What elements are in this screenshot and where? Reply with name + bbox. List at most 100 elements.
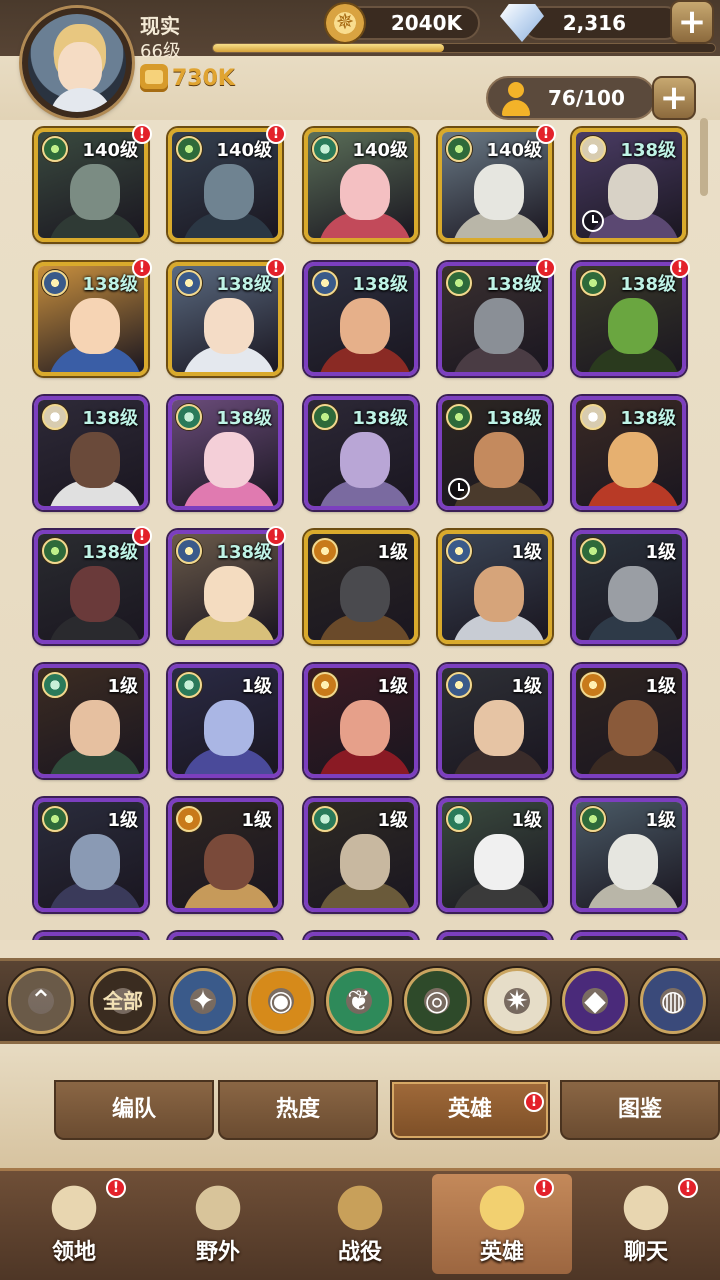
hero-portrait — [172, 936, 278, 940]
hero-portrait — [38, 936, 144, 940]
hero-card[interactable]: 1级 — [304, 530, 418, 644]
add-gems-button[interactable]: + — [670, 0, 714, 44]
hero-grid: 140级! 140级! 140级 140级! 138级 138级! 138级! 138级 138… — [0, 120, 720, 940]
dimensional-orb-icon: ◍ — [660, 984, 686, 1017]
hero-portrait-head — [204, 700, 254, 756]
hero-card[interactable]: 1级 — [572, 530, 686, 644]
hero-card[interactable]: 1级 — [168, 664, 282, 778]
hero-level: 1级 — [241, 810, 272, 831]
helmet-icon — [467, 1180, 537, 1242]
filter-hypogean-button[interactable]: ◆ — [562, 968, 628, 1034]
mauler-faction-icon — [176, 806, 202, 832]
hero-portrait-head — [608, 164, 658, 220]
hero-level: 138级 — [82, 274, 138, 295]
hero-level: 138级 — [352, 274, 408, 295]
nav-label: 战役 — [337, 1240, 382, 1265]
hero-card[interactable] — [572, 932, 686, 940]
hero-card[interactable]: 1级 — [34, 798, 148, 912]
filter-all-label: 全部 — [103, 989, 143, 1013]
hero-card[interactable] — [34, 932, 148, 940]
hero-card[interactable]: 1级 — [304, 664, 418, 778]
filter-wilder-button[interactable]: ❦ — [326, 968, 392, 1034]
hero-card[interactable]: 140级 — [304, 128, 418, 242]
subtab-1[interactable]: 热度 — [218, 1080, 378, 1140]
subtab-2[interactable]: 英雄 — [390, 1080, 550, 1140]
hero-level: 138级 — [620, 408, 676, 429]
hero-card[interactable] — [304, 932, 418, 940]
subtab-3[interactable]: 图鉴 — [560, 1080, 720, 1140]
subtab-label: 英雄 — [447, 1097, 492, 1122]
wilder-faction-icon — [580, 538, 606, 564]
nav-crossed-swords[interactable]: 战役 — [290, 1174, 430, 1274]
hero-card[interactable]: 140级 — [438, 128, 552, 242]
hero-card[interactable]: 138级 — [572, 396, 686, 510]
hero-level: 1级 — [377, 810, 408, 831]
hero-card[interactable]: 1级 — [168, 798, 282, 912]
hero-card[interactable]: 138级 — [168, 396, 282, 510]
hero-card[interactable]: 1级 — [438, 530, 552, 644]
hero-level: 1级 — [107, 810, 138, 831]
hero-card[interactable]: 138级 — [34, 530, 148, 644]
hero-card[interactable]: 140级 — [168, 128, 282, 242]
filter-dimensional-button[interactable]: ◍ — [640, 968, 706, 1034]
hero-portrait-head — [474, 834, 524, 890]
hero-portrait-head — [608, 834, 658, 890]
gem-counter[interactable]: 2,316 — [522, 6, 682, 40]
hero-level: 140级 — [216, 140, 272, 161]
hero-card[interactable]: 138级 — [438, 262, 552, 376]
filter-collapse-button[interactable]: ⌃ — [8, 968, 74, 1034]
hero-portrait-head — [608, 298, 658, 354]
subtab-0[interactable]: 编队 — [54, 1080, 214, 1140]
hero-card[interactable]: 140级 — [34, 128, 148, 242]
hero-level: 1级 — [377, 542, 408, 563]
hero-card[interactable]: 138级 — [572, 262, 686, 376]
hero-portrait-head — [204, 834, 254, 890]
hero-grid-scrollbar[interactable] — [700, 118, 708, 196]
hero-card[interactable]: 138级 — [304, 262, 418, 376]
filter-celestial-button[interactable]: ✷ — [484, 968, 550, 1034]
hero-card[interactable] — [438, 932, 552, 940]
hero-card[interactable]: 138级 — [304, 396, 418, 510]
notification-badge: ! — [132, 258, 152, 278]
lightbearer-faction-icon — [446, 538, 472, 564]
nav-scroll-map[interactable]: 野外 — [148, 1174, 288, 1274]
graveborn-faction-icon — [312, 806, 338, 832]
hero-card[interactable]: 138级 — [168, 262, 282, 376]
hero-card[interactable]: 138级 — [438, 396, 552, 510]
hero-portrait-head — [70, 834, 120, 890]
hero-level: 140级 — [486, 140, 542, 161]
castle-icon — [39, 1180, 109, 1242]
gold-coin-icon — [324, 2, 366, 44]
hero-portrait — [308, 936, 414, 940]
mauler-emblem-icon: ◉ — [268, 984, 294, 1017]
hero-card[interactable]: 138级 — [168, 530, 282, 644]
notification-badge: ! — [266, 258, 286, 278]
hero-portrait-head — [204, 164, 254, 220]
hero-card[interactable] — [168, 932, 282, 940]
hero-portrait-head — [340, 834, 390, 890]
hero-card[interactable]: 1级 — [438, 798, 552, 912]
hero-level: 138级 — [486, 274, 542, 295]
player-avatar[interactable] — [22, 8, 132, 118]
hero-card[interactable]: 138级 — [572, 128, 686, 242]
hero-card[interactable]: 1级 — [438, 664, 552, 778]
nav-label: 聊天 — [623, 1240, 668, 1265]
hero-card[interactable]: 1级 — [304, 798, 418, 912]
hero-level: 1级 — [645, 542, 676, 563]
hero-level: 1级 — [645, 810, 676, 831]
mauler-faction-icon — [580, 672, 606, 698]
filter-all-button[interactable]: 全部 — [90, 968, 156, 1034]
filter-lightbearer-button[interactable]: ✦ — [170, 968, 236, 1034]
hero-card[interactable]: 1级 — [34, 664, 148, 778]
clock-icon — [448, 478, 470, 500]
hero-card[interactable]: 138级 — [34, 396, 148, 510]
hero-card[interactable]: 138级 — [34, 262, 148, 376]
filter-mauler-button[interactable]: ◉ — [248, 968, 314, 1034]
celestial-sun-icon: ✷ — [505, 984, 529, 1017]
hero-card[interactable]: 1级 — [572, 798, 686, 912]
hero-card[interactable]: 1级 — [572, 664, 686, 778]
hero-portrait-head — [474, 432, 524, 488]
filter-graveborn-button[interactable]: ◎ — [404, 968, 470, 1034]
notification-badge: ! — [266, 124, 286, 144]
expand-roster-button[interactable]: + — [652, 76, 696, 120]
